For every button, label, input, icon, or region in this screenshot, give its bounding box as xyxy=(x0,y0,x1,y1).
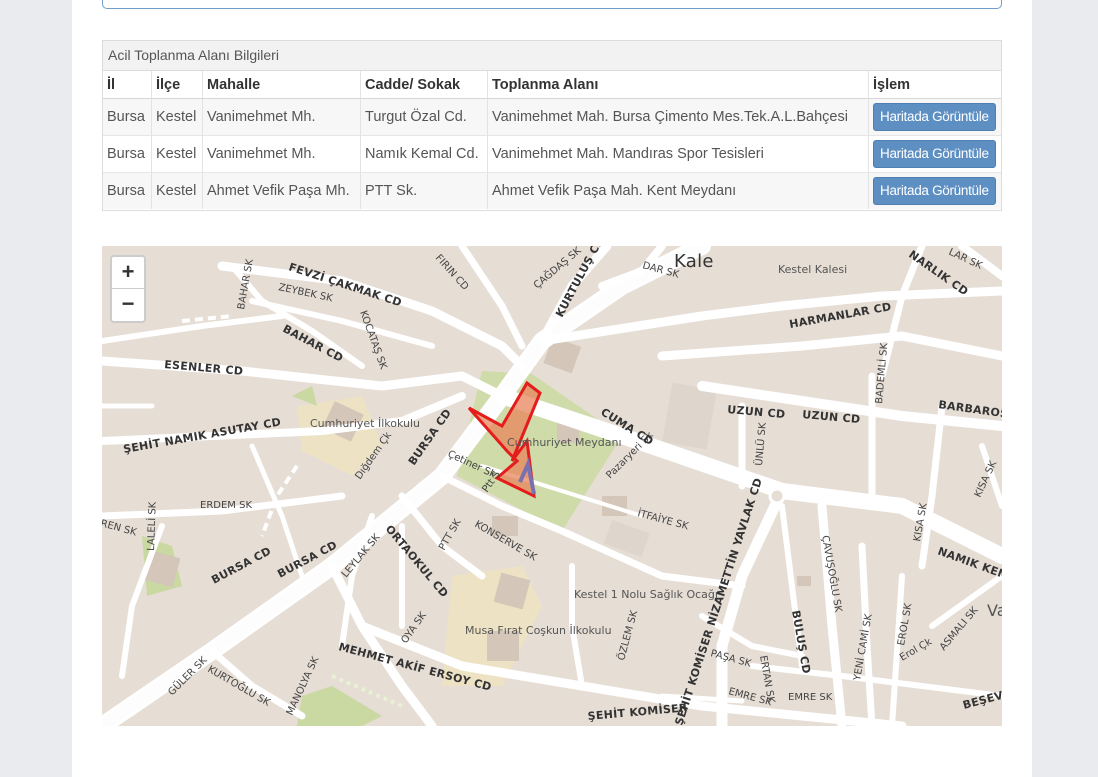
zoom-in-button[interactable]: + xyxy=(112,257,144,289)
show-on-map-button[interactable]: Haritada Görüntüle xyxy=(873,177,996,205)
map-label: Va xyxy=(987,601,1002,620)
cell-islem: Haritada Görüntüle xyxy=(868,98,1001,136)
cell-sokak: Namık Kemal Cd. xyxy=(360,135,488,173)
zoom-out-button[interactable]: − xyxy=(112,289,144,320)
show-on-map-button[interactable]: Haritada Görüntüle xyxy=(873,140,996,168)
cell-sokak: PTT Sk. xyxy=(360,172,488,209)
map-label: EMRE SK xyxy=(788,692,833,703)
map-label: Kestel 1 Nolu Sağlık Ocağı xyxy=(574,588,718,601)
map-canvas[interactable]: Kale Kestel Kalesi FEVZİ ÇAKMAK CD ZEYBE… xyxy=(102,246,1002,726)
cell-alan: Ahmet Vefik Paşa Mah. Kent Meydanı xyxy=(487,172,869,209)
map-label: Cumhuriyet Meydanı xyxy=(507,436,622,449)
cell-alan: Vanimehmet Mah. Bursa Çimento Mes.Tek.A.… xyxy=(487,98,869,136)
cell-sokak: Turgut Özal Cd. xyxy=(360,98,488,136)
table-header-row: İl İlçe Mahalle Cadde/ Sokak Toplanma Al… xyxy=(103,71,1001,99)
page-container: Acil Toplanma Alanı Bilgileri İl İlçe Ma… xyxy=(72,0,1032,777)
map-label: Kestel Kalesi xyxy=(778,263,847,276)
top-panel-frame xyxy=(102,0,1002,9)
assembly-area-panel: Acil Toplanma Alanı Bilgileri İl İlçe Ma… xyxy=(102,40,1002,211)
col-header-islem: İşlem xyxy=(868,71,1001,99)
cell-mahalle: Vanimehmet Mh. xyxy=(202,98,361,136)
map-label: Cumhuriyet İlkokulu xyxy=(310,417,420,430)
col-header-mahalle: Mahalle xyxy=(202,71,361,99)
map-label: Kale xyxy=(674,251,714,272)
table-row: Bursa Kestel Vanimehmet Mh. Namık Kemal … xyxy=(103,135,1001,173)
show-on-map-button[interactable]: Haritada Görüntüle xyxy=(873,103,996,131)
col-header-alan: Toplanma Alanı xyxy=(487,71,869,99)
table-row: Bursa Kestel Vanimehmet Mh. Turgut Özal … xyxy=(103,98,1001,136)
col-header-sokak: Cadde/ Sokak xyxy=(360,71,488,99)
table-row: Bursa Kestel Ahmet Vefik Paşa Mh. PTT Sk… xyxy=(103,172,1001,209)
cell-ilce: Kestel xyxy=(151,135,203,173)
cell-il: Bursa xyxy=(103,135,152,173)
zoom-control: + − xyxy=(110,255,146,323)
col-header-ilce: İlçe xyxy=(151,71,203,99)
cell-islem: Haritada Görüntüle xyxy=(868,172,1001,209)
cell-il: Bursa xyxy=(103,172,152,209)
cell-ilce: Kestel xyxy=(151,172,203,209)
cell-mahalle: Ahmet Vefik Paşa Mh. xyxy=(202,172,361,209)
col-header-il: İl xyxy=(103,71,152,99)
cell-mahalle: Vanimehmet Mh. xyxy=(202,135,361,173)
panel-title: Acil Toplanma Alanı Bilgileri xyxy=(103,41,1001,71)
map-label: Musa Fırat Coşkun İlkokulu xyxy=(465,624,612,637)
assembly-area-table: İl İlçe Mahalle Cadde/ Sokak Toplanma Al… xyxy=(103,71,1001,209)
cell-ilce: Kestel xyxy=(151,98,203,136)
cell-il: Bursa xyxy=(103,98,152,136)
cell-alan: Vanimehmet Mah. Mandıras Spor Tesisleri xyxy=(487,135,869,173)
cell-islem: Haritada Görüntüle xyxy=(868,135,1001,173)
map-label: ERDEM SK xyxy=(200,500,252,511)
map-view[interactable]: Kale Kestel Kalesi FEVZİ ÇAKMAK CD ZEYBE… xyxy=(102,246,1002,726)
